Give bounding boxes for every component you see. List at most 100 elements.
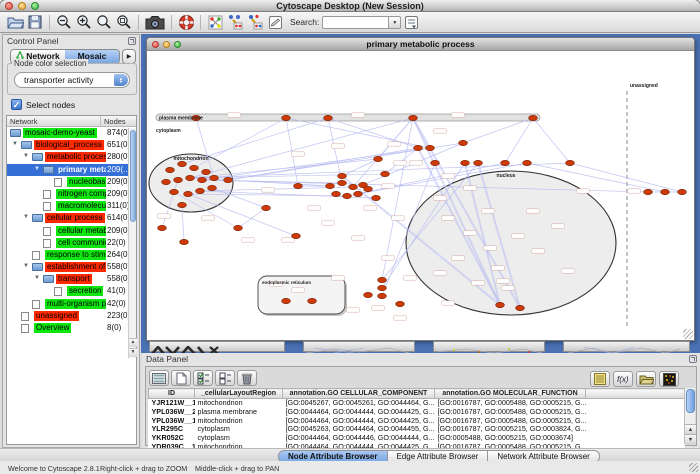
graph-node[interactable]: [678, 189, 687, 194]
graph-node[interactable]: [378, 293, 387, 298]
graph-node[interactable]: [162, 179, 171, 184]
network-tree-row[interactable]: unassigned223(0): [7, 310, 136, 322]
network-tree-row[interactable]: ▼establishment of lo558(0): [7, 261, 136, 273]
network-tree-row[interactable]: ▼transport558(0): [7, 273, 136, 285]
graph-node[interactable]: [166, 167, 175, 172]
graph-node[interactable]: [474, 160, 483, 165]
graph-node[interactable]: [170, 189, 179, 194]
graph-node[interactable]: [378, 277, 387, 282]
graph-node[interactable]: [208, 185, 217, 190]
import-attributes-folder-icon[interactable]: [636, 371, 656, 387]
select-nodes-checkbox[interactable]: ✓: [11, 99, 22, 110]
graph-node[interactable]: [343, 193, 352, 198]
network-tree-row[interactable]: multi-organism pro42(0): [7, 298, 136, 310]
graph-node[interactable]: [661, 189, 670, 194]
graph-node[interactable]: [459, 140, 468, 145]
graph-node[interactable]: [566, 160, 575, 165]
graph-node[interactable]: [461, 160, 470, 165]
network-tree-row[interactable]: Overview8(0): [7, 322, 136, 334]
vizmapper-icon[interactable]: [245, 13, 265, 32]
network-tree-row[interactable]: macromolecule311(0): [7, 200, 136, 212]
select-all-attributes-icon[interactable]: [193, 370, 213, 386]
graph-node[interactable]: [262, 205, 271, 210]
graph-node[interactable]: [372, 195, 381, 200]
table-scrollbar-thumb[interactable]: [686, 389, 695, 413]
network-tree-row[interactable]: cellular metabo209(0): [7, 225, 136, 237]
graph-node[interactable]: [326, 183, 335, 188]
tree-expand-arrow[interactable]: ▼: [23, 153, 29, 159]
table-scroll-up-icon[interactable]: ▲: [685, 424, 696, 434]
tree-column-nodes[interactable]: Nodes: [101, 116, 136, 126]
graph-node[interactable]: [178, 202, 187, 207]
titlebar[interactable]: Cytoscape Desktop (New Session): [0, 0, 700, 12]
network-tree-row[interactable]: nitrogen compo209(0): [7, 188, 136, 200]
graph-node[interactable]: [184, 191, 193, 196]
tab-overflow-button[interactable]: ▶: [122, 49, 136, 64]
search-options-icon[interactable]: [401, 13, 421, 32]
graph-node[interactable]: [174, 177, 183, 182]
graph-node[interactable]: [292, 233, 301, 238]
tree-expand-arrow[interactable]: ▼: [12, 141, 18, 147]
layout-icon[interactable]: [225, 13, 245, 32]
graph-node[interactable]: [332, 191, 341, 196]
node-color-dropdown[interactable]: transporter activity ▲▼: [14, 72, 130, 88]
open-file-icon[interactable]: [5, 13, 25, 32]
network-tree-row[interactable]: secretion41(0): [7, 285, 136, 297]
network-icon[interactable]: [205, 13, 225, 32]
table-column-header[interactable]: _cellularLayoutRegion: [195, 389, 283, 399]
graph-node[interactable]: [324, 115, 333, 120]
network-tree-row[interactable]: ▼metabolic process280(0): [7, 151, 136, 163]
graph-node[interactable]: [414, 145, 423, 150]
delete-attribute-trash-icon[interactable]: [237, 370, 257, 386]
graph-node[interactable]: [180, 239, 189, 244]
table-scroll-down-icon[interactable]: ▼: [685, 434, 696, 444]
graph-node[interactable]: [198, 177, 207, 182]
new-attribute-icon[interactable]: [171, 370, 191, 386]
unselect-all-attributes-icon[interactable]: [215, 370, 235, 386]
table-row[interactable]: YJR121W__1mitochondrion[GO:0045267, GO:0…: [149, 399, 685, 408]
graph-node[interactable]: [186, 175, 195, 180]
tree-scrollbar-thumb[interactable]: [130, 130, 136, 222]
zoom-fit-icon[interactable]: [94, 13, 114, 32]
graph-node[interactable]: [354, 191, 363, 196]
select-attributes-icon[interactable]: [149, 370, 169, 386]
graph-node[interactable]: [426, 145, 435, 150]
network-tree-row[interactable]: ▼biological_process651(0): [7, 139, 136, 151]
graph-node[interactable]: [338, 180, 347, 185]
tree-column-network[interactable]: Network: [7, 116, 101, 126]
zoom-out-icon[interactable]: [54, 13, 74, 32]
annotation-icon[interactable]: [265, 13, 285, 32]
tree-expand-arrow[interactable]: ▼: [34, 275, 40, 281]
network-window-titlebar[interactable]: primary metabolic process: [147, 38, 694, 51]
graph-node[interactable]: [364, 292, 373, 297]
network-tree-row[interactable]: cell communicat22(0): [7, 237, 136, 249]
table-column-header[interactable]: annotation.GO MOLECULAR_FUNCTION: [435, 389, 586, 399]
network-tree-row[interactable]: mosaic-demo-yeast874(0): [7, 127, 136, 139]
search-input[interactable]: [322, 16, 388, 29]
graph-node[interactable]: [496, 302, 505, 307]
table-row[interactable]: YPL036W__2plasma membrane[GO:0044464, GO…: [149, 408, 685, 417]
snapshot-camera-icon[interactable]: [143, 13, 167, 32]
background-window-fragment[interactable]: [303, 341, 415, 352]
table-row[interactable]: YPL036W__1mitochondrion[GO:0044464, GO:0…: [149, 417, 685, 426]
graph-node[interactable]: [349, 184, 358, 189]
background-window-fragment[interactable]: [563, 341, 690, 352]
graph-node[interactable]: [501, 160, 510, 165]
tree-expand-arrow[interactable]: ▼: [34, 166, 40, 172]
graph-node[interactable]: [338, 173, 347, 178]
graph-node[interactable]: [529, 115, 538, 120]
tree-scrollbar[interactable]: ▲ ▼: [128, 128, 136, 358]
float-panel-icon[interactable]: [689, 355, 697, 363]
tree-scroll-down-icon[interactable]: ▼: [129, 348, 137, 357]
graph-node[interactable]: [409, 115, 418, 120]
matrix-heatmap-icon[interactable]: [659, 371, 679, 387]
graph-node[interactable]: [364, 186, 373, 191]
float-panel-icon[interactable]: [128, 37, 136, 45]
zoom-in-icon[interactable]: [74, 13, 94, 32]
background-window-fragment[interactable]: [433, 341, 545, 352]
graph-node[interactable]: [294, 183, 303, 188]
tree-expand-arrow[interactable]: ▼: [23, 263, 29, 269]
graph-node[interactable]: [202, 169, 211, 174]
graph-node[interactable]: [158, 225, 167, 230]
attribute-list-icon[interactable]: [590, 371, 610, 387]
